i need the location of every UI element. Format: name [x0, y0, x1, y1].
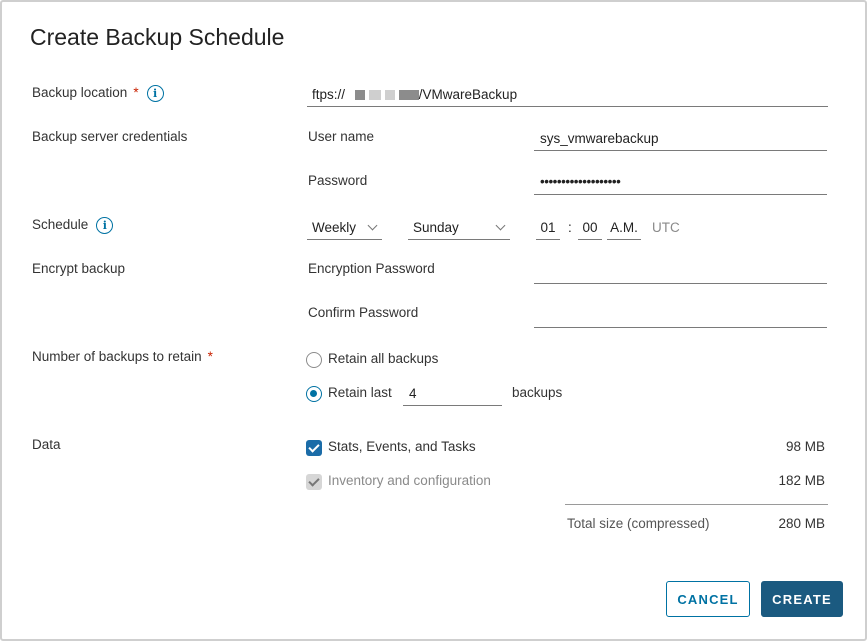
- retain-all-radio[interactable]: [306, 352, 322, 368]
- inventory-config-checkbox: [306, 474, 322, 490]
- retain-last-label[interactable]: Retain last: [328, 385, 392, 400]
- chevron-down-icon: [495, 220, 506, 231]
- required-marker: *: [133, 85, 139, 101]
- username-input[interactable]: sys_vmwarebackup: [540, 131, 659, 146]
- minute-input[interactable]: 00: [578, 218, 602, 240]
- info-icon[interactable]: i: [96, 217, 114, 234]
- credentials-label: Backup server credentials: [32, 129, 188, 144]
- redacted-block: [384, 90, 395, 101]
- password-label: Password: [308, 173, 368, 188]
- backup-location-underline: [307, 106, 828, 107]
- retain-last-radio[interactable]: [306, 386, 322, 402]
- retain-count-underline: [403, 405, 502, 406]
- redacted-block: [398, 90, 419, 101]
- retain-label: Number of backups to retain: [32, 349, 202, 364]
- location-suffix: /VMwareBackup: [418, 87, 518, 102]
- encrypt-label: Encrypt backup: [32, 261, 126, 276]
- dialog-title: Create Backup Schedule: [30, 24, 285, 50]
- confirm-password-label: Confirm Password: [308, 305, 419, 320]
- inventory-config-label: Inventory and configuration: [328, 473, 491, 488]
- ampm-select[interactable]: A.M.: [607, 218, 641, 240]
- password-underline: [534, 194, 827, 195]
- redacted-block: [354, 90, 365, 101]
- cancel-button[interactable]: CANCEL: [666, 581, 750, 617]
- backup-location-label: Backup location: [32, 85, 128, 101]
- chevron-down-icon: [367, 220, 378, 231]
- stats-events-tasks-size: 98 MB: [785, 439, 825, 454]
- hour-input[interactable]: 01: [536, 218, 560, 240]
- required-marker: *: [207, 349, 213, 364]
- total-size-label: Total size (compressed): [567, 516, 710, 531]
- retain-row-label: Number of backups to retain *: [32, 349, 213, 364]
- total-divider: [565, 504, 828, 505]
- location-prefix: ftps://: [312, 87, 346, 102]
- schedule-label: Schedule: [32, 217, 89, 233]
- minute-value: 00: [582, 220, 598, 235]
- encryption-password-input[interactable]: [534, 283, 827, 284]
- confirm-password-input[interactable]: [534, 327, 827, 328]
- password-input[interactable]: •••••••••••••••••••: [540, 174, 621, 189]
- ampm-value: A.M.: [610, 220, 638, 235]
- stats-events-tasks-label[interactable]: Stats, Events, and Tasks: [328, 439, 476, 454]
- schedule-row-label: Schedule i: [32, 217, 114, 234]
- username-label: User name: [308, 129, 375, 144]
- retain-count-input[interactable]: 4: [409, 386, 417, 401]
- hour-value: 01: [540, 220, 556, 235]
- create-backup-schedule-dialog: Create Backup Schedule Backup location * i…: [0, 0, 867, 641]
- data-label: Data: [32, 437, 61, 452]
- backup-location-input[interactable]: ftps:// /VMwareBackup: [312, 87, 517, 102]
- backup-location-row-label: Backup location * i: [32, 85, 164, 102]
- frequency-select[interactable]: Weekly: [307, 218, 382, 240]
- username-underline: [534, 150, 827, 151]
- create-button[interactable]: CREATE: [761, 581, 843, 617]
- retain-all-label[interactable]: Retain all backups: [328, 351, 438, 366]
- day-value: Sunday: [413, 220, 459, 235]
- timezone-label: UTC: [652, 220, 680, 235]
- day-select[interactable]: Sunday: [408, 218, 510, 240]
- inventory-config-size: 182 MB: [778, 473, 825, 488]
- redacted-block: [368, 90, 381, 101]
- encryption-password-label: Encryption Password: [308, 261, 435, 276]
- total-size-value: 280 MB: [778, 516, 825, 531]
- time-separator: :: [568, 220, 572, 235]
- retain-suffix: backups: [512, 385, 563, 400]
- frequency-value: Weekly: [312, 220, 357, 235]
- stats-events-tasks-checkbox[interactable]: [306, 440, 322, 456]
- info-icon[interactable]: i: [146, 85, 164, 102]
